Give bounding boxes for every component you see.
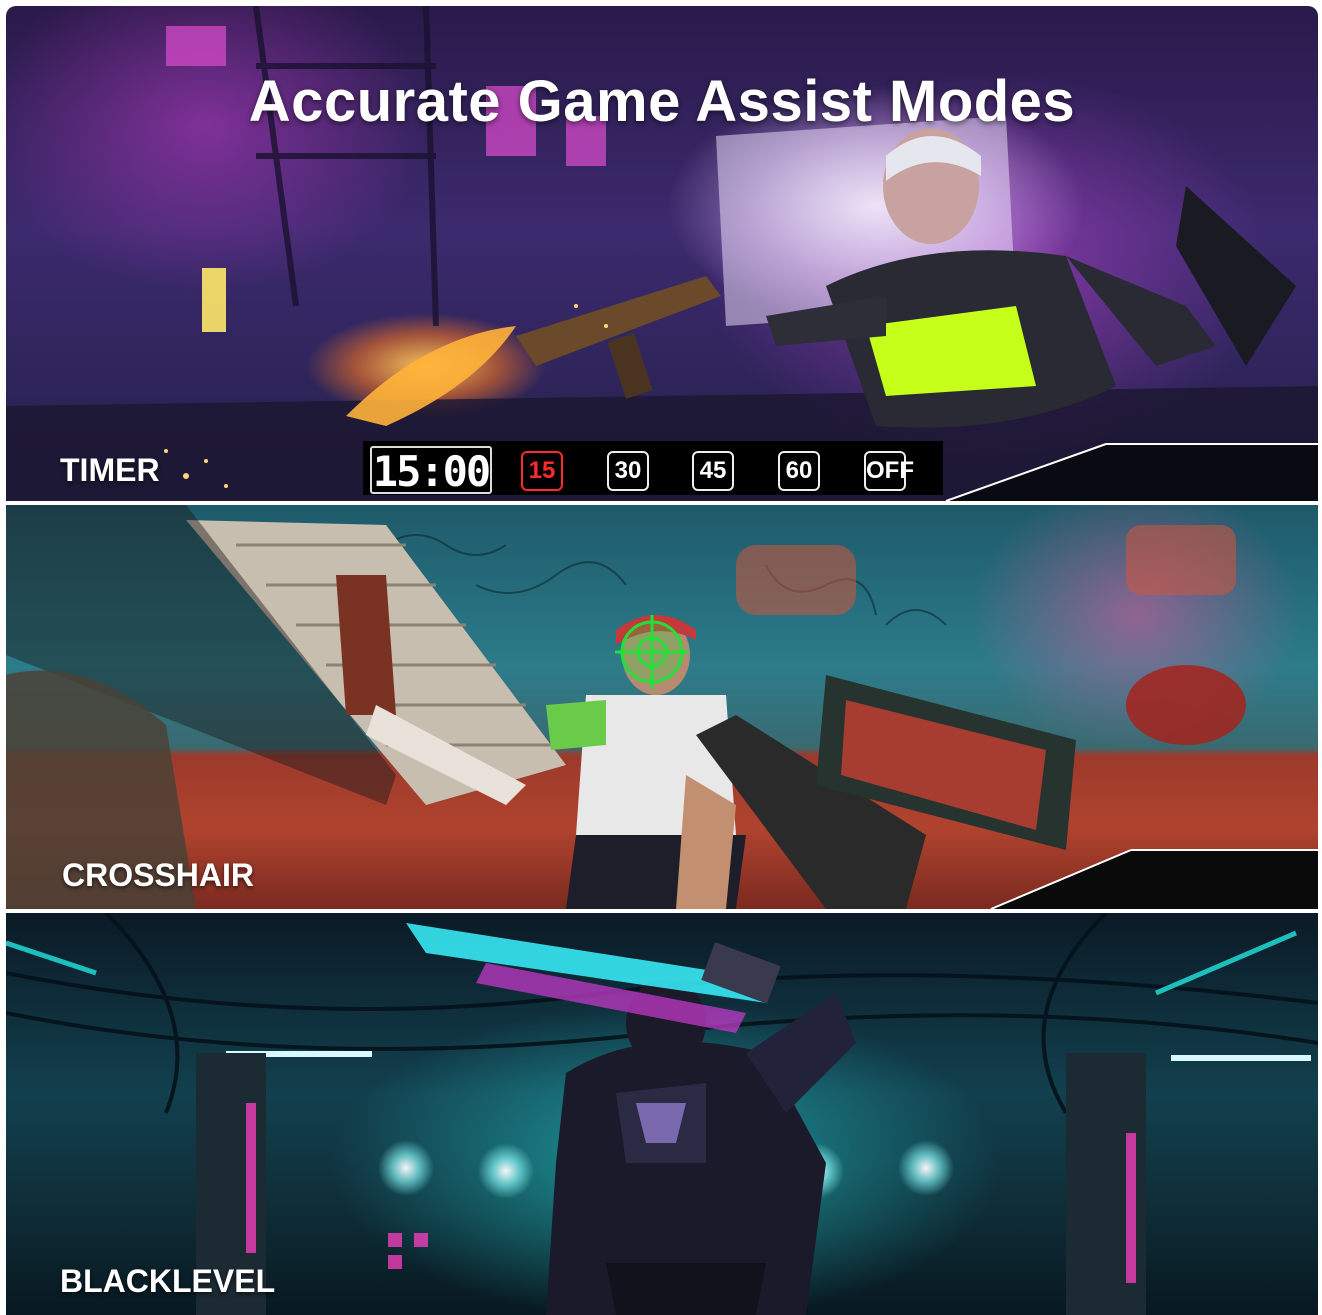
crosshair-panel: CROSSHAIR [6,505,1318,909]
page-headline: Accurate Game Assist Modes [248,69,1076,134]
timer-section-label: TIMER [60,452,160,488]
blacklevel-section-label: BLACKLEVEL [60,1263,276,1299]
warrior-figure [546,979,856,1315]
timer-preset-off[interactable]: OFF [864,451,914,491]
crosshair-scene-art [6,505,1318,909]
timer-preset-30[interactable]: 30 [607,451,649,491]
gun-shape [516,276,721,399]
blacklevel-panel: BLACKLEVEL [6,913,1318,1315]
timer-readout: 15:00 [370,446,492,496]
timer-preset-60[interactable]: 60 [778,451,820,491]
timer-preset-45[interactable]: 45 [692,451,734,491]
timer-panel: Accurate Game Assist Modes TIMER [6,6,1318,501]
crosshair-section-label: CROSSHAIR [62,857,255,893]
timer-preset-15[interactable]: 15 [521,451,563,491]
sword-shape [406,923,781,1033]
blacklevel-scene-art [6,913,1318,1315]
